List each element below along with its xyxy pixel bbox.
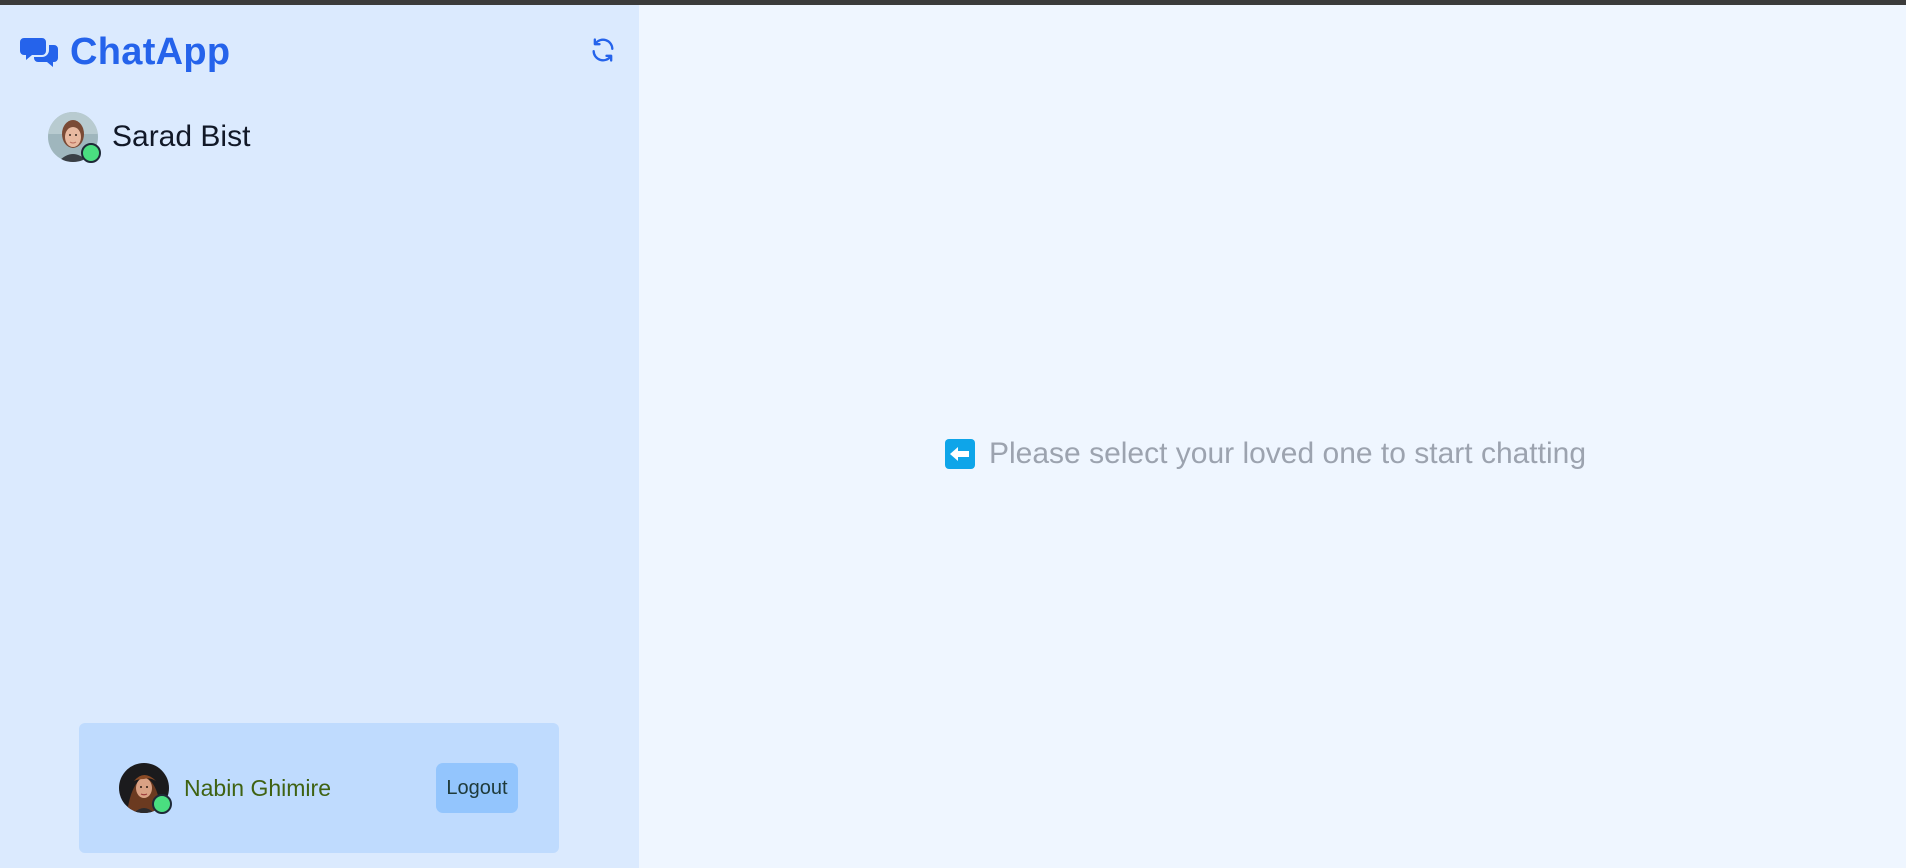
online-status-indicator	[152, 794, 172, 814]
online-status-indicator	[81, 143, 101, 163]
brand: ChatApp	[20, 31, 230, 74]
chat-bubbles-icon	[20, 36, 60, 70]
current-user-name: Nabin Ghimire	[184, 775, 331, 801]
no-chat-selected: Please select your loved one to start ch…	[945, 437, 1586, 471]
current-user-avatar	[119, 763, 172, 814]
empty-state-message: Please select your loved one to start ch…	[989, 437, 1587, 470]
contact-item[interactable]: Sarad Bist	[48, 112, 251, 163]
refresh-button[interactable]	[588, 37, 618, 67]
sidebar: ChatApp Sarad Bist Nabin Ghimire Logout	[0, 5, 639, 868]
contact-name: Sarad Bist	[112, 120, 251, 153]
avatar	[48, 112, 101, 163]
app-title: ChatApp	[70, 31, 231, 73]
chat-panel: Please select your loved one to start ch…	[639, 5, 1906, 868]
logout-button[interactable]: Logout	[436, 763, 518, 813]
arrow-left-square-icon	[945, 439, 975, 469]
refresh-icon	[589, 36, 617, 69]
current-user-card: Nabin Ghimire Logout	[79, 723, 559, 853]
chat-app: ChatApp Sarad Bist Nabin Ghimire Logout …	[0, 5, 1906, 868]
